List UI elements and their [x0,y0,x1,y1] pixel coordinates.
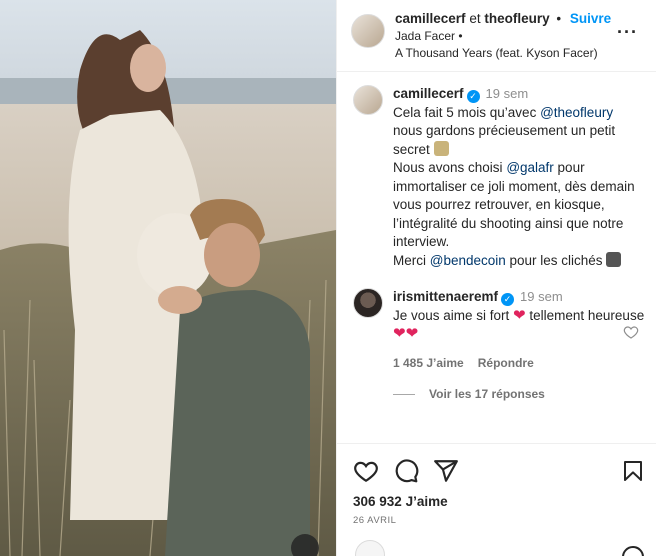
mention-theofleury[interactable]: @theofleury [540,105,613,120]
audio-title[interactable]: A Thousand Years (feat. Kyson Facer) [395,45,617,62]
comment-likes[interactable]: 1 485 J’aime [393,356,464,370]
caption-time[interactable]: 19 sem [486,86,529,101]
author-avatar[interactable] [351,14,385,48]
view-replies-button[interactable]: Voir les 17 réponses [337,372,656,401]
caption-username[interactable]: camillecerf [393,86,464,101]
post-date[interactable]: 26 AVRIL [353,515,645,526]
reply-button[interactable]: Répondre [478,356,534,370]
emoji-picker-icon[interactable] [622,546,644,556]
caption-text-2a: Nous avons choisi [393,160,507,175]
author-username[interactable]: camillecerf [395,11,466,26]
post-side-panel: camillecerf et theofleury • Suivre Jada … [336,0,656,556]
conjunction: et [469,11,481,26]
view-replies-label: Voir les 17 réponses [429,387,545,401]
comment-bubble-icon[interactable] [393,458,419,484]
mention-bendecoin[interactable]: @bendecoin [430,253,506,268]
commenter-avatar[interactable] [353,288,383,318]
post-photo[interactable] [0,0,336,556]
comment-item: irismittenaeremf ✓ 19 sem Je vous aime si … [337,270,656,372]
verified-badge-icon: ✓ [466,90,480,103]
share-send-icon[interactable] [433,458,459,484]
verified-badge-icon: ✓ [501,293,515,306]
caption-avatar[interactable] [353,85,383,115]
post-actions: 306 932 J’aime 26 AVRIL [337,443,656,526]
baby-emoji-icon [433,140,449,156]
likes-number: 306 932 [353,494,402,509]
caption-text-1b: nous gardons précieusement un petit secr… [393,123,616,157]
save-bookmark-icon[interactable] [621,458,645,484]
likes-count[interactable]: 306 932 J’aime [353,494,645,509]
audio-artist[interactable]: Jada Facer • [395,28,617,45]
caption-text-3b: pour les clichés [505,252,607,268]
caption-body: camillecerf ✓ 19 sem Cela fait 5 mois qu’a… [393,85,645,270]
more-options-icon[interactable]: ··· [617,22,638,43]
photo-image [0,0,336,556]
heart-emoji-icon: ❤ [513,306,526,324]
post-caption: camillecerf ✓ 19 sem Cela fait 5 mois qu’a… [337,73,656,270]
hearts-emoji-icon: ❤❤ [393,325,419,342]
view-replies-line [393,393,415,395]
comment-time[interactable]: 19 sem [520,289,563,304]
follow-button[interactable]: Suivre [570,11,611,26]
comment-text-a: Je vous aime si fort [393,307,514,323]
action-icons [353,452,645,490]
caption-text-3a: Merci [393,252,430,268]
comment-like-heart-icon[interactable] [623,324,639,340]
header-users: camillecerf et theofleury • Suivre [395,10,617,28]
commenter-username[interactable]: irismittenaeremf [393,289,498,304]
audio-toggle-button[interactable] [291,534,319,556]
coauthor-username[interactable]: theofleury [484,11,549,26]
like-heart-icon[interactable] [353,458,379,484]
comment-body: irismittenaeremf ✓ 19 sem Je vous aime si … [393,288,645,372]
mention-galafr[interactable]: @galafr [506,160,553,175]
likes-label: J’aime [405,494,448,509]
camera-emoji-icon [606,251,622,267]
comment-meta: 1 485 J’aime Répondre [393,354,645,373]
comment-text-b: tellement heureuse [525,307,645,323]
current-user-avatar [355,540,385,556]
header-text: camillecerf et theofleury • Suivre Jada … [395,10,617,62]
caption-text-1a: Cela fait 5 mois qu’avec [393,104,541,120]
post-header: camillecerf et theofleury • Suivre Jada … [337,0,656,72]
comments-section[interactable]: camillecerf ✓ 19 sem Cela fait 5 mois qu’a… [337,73,656,443]
separator-dot: • [556,11,562,26]
